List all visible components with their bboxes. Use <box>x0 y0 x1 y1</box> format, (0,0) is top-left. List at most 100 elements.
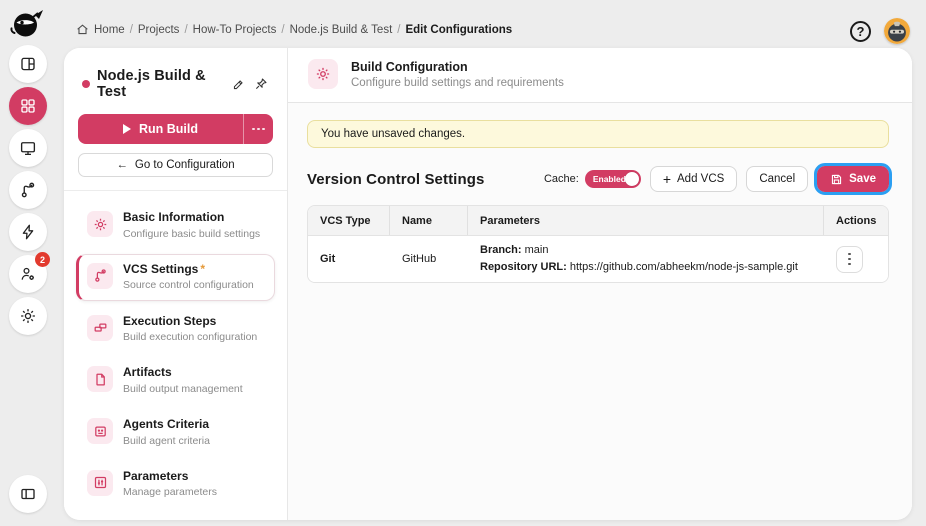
file-icon <box>87 366 113 393</box>
row-more-actions-button[interactable] <box>836 245 863 273</box>
cell-name: GitHub <box>402 253 437 266</box>
icon-rail: 2 <box>0 0 56 526</box>
build-title-row: Node.js Build & Test <box>76 62 275 112</box>
play-icon <box>122 124 131 134</box>
home-icon <box>77 24 88 35</box>
breadcrumb-separator: / <box>184 23 188 36</box>
run-build-button-group: Run Build <box>78 114 273 144</box>
run-build-label: Run Build <box>138 122 198 136</box>
collapse-sidebar-icon[interactable] <box>9 475 47 513</box>
plus-icon: + <box>662 170 672 187</box>
breadcrumb-projects[interactable]: Projects <box>138 24 180 36</box>
required-asterisk: * <box>200 261 206 276</box>
user-avatar[interactable] <box>884 18 910 44</box>
section-toolbar: Version Control Settings Cache: Enabled … <box>307 163 892 195</box>
notification-badge: 2 <box>35 252 50 267</box>
breadcrumb-howto-projects[interactable]: How-To Projects <box>193 24 277 36</box>
pin-icon[interactable] <box>253 76 269 92</box>
cache-label: Cache: <box>543 173 579 185</box>
dashboard-icon[interactable] <box>9 45 47 83</box>
main-card: Node.js Build & Test Run Build ← Go to C… <box>64 48 912 520</box>
nav-item-title: Basic Information <box>123 210 225 224</box>
agent-face-icon <box>87 418 113 445</box>
status-dot <box>82 80 90 88</box>
run-build-button[interactable]: Run Build <box>78 114 243 144</box>
breadcrumb-home[interactable]: Home <box>94 24 125 36</box>
param-repo-url-label: Repository URL: <box>480 261 567 274</box>
breadcrumb-separator: / <box>129 23 133 36</box>
ninja-logo[interactable] <box>10 5 46 41</box>
goto-configuration-label: Go to Configuration <box>134 159 235 171</box>
nav-item-title: Artifacts <box>123 365 172 380</box>
agents-gear-icon[interactable]: 2 <box>9 252 50 293</box>
monitor-icon[interactable] <box>9 129 47 167</box>
add-vcs-button[interactable]: + Add VCS <box>649 166 738 192</box>
add-vcs-label: Add VCS <box>677 173 725 185</box>
save-label: Save <box>849 173 876 185</box>
bolt-icon[interactable] <box>9 213 47 251</box>
breadcrumb: Home / Projects / How-To Projects / Node… <box>76 23 512 36</box>
nav-item-subtitle: Source control configuration <box>123 279 254 292</box>
run-options-button[interactable] <box>243 114 273 144</box>
nav-item-subtitle: Build agent criteria <box>123 434 210 447</box>
git-branch-icon <box>87 262 113 289</box>
sidebar-item-vcs-settings[interactable]: VCS Settings * Source control configurati… <box>76 253 275 301</box>
config-sidebar: Node.js Build & Test Run Build ← Go to C… <box>64 48 288 520</box>
nav-item-subtitle: Configure basic build settings <box>123 227 261 240</box>
left-arrow-icon: ← <box>116 159 128 171</box>
sidebar-item-parameters[interactable]: Parameters Manage parameters <box>76 461 275 508</box>
apps-grid-icon[interactable] <box>9 87 47 125</box>
sidebar-item-agents-criteria[interactable]: Agents Criteria Build agent criteria <box>76 409 275 456</box>
settings-gear-icon[interactable] <box>9 297 47 335</box>
goto-configuration-button[interactable]: ← Go to Configuration <box>78 153 273 177</box>
page-title: Build Configuration <box>351 59 468 74</box>
column-header-vcs-type: VCS Type <box>308 206 390 235</box>
main-pane: Build Configuration Configure build sett… <box>288 48 912 520</box>
help-icon[interactable]: ? <box>850 20 871 42</box>
content-area: You have unsaved changes. Version Contro… <box>288 103 912 284</box>
breadcrumb-separator: / <box>397 23 401 36</box>
breadcrumb-edit-configurations: Edit Configurations <box>405 23 513 36</box>
build-config-title: Node.js Build & Test <box>97 68 206 100</box>
nav-item-title: VCS Settings * <box>123 261 206 276</box>
page-subtitle: Configure build settings and requirement… <box>351 76 564 89</box>
nav-item-title: Agents Criteria <box>123 417 210 432</box>
cache-toggle[interactable]: Enabled <box>584 170 641 188</box>
sidebar-divider <box>64 190 287 191</box>
gear-icon <box>308 59 338 89</box>
cache-toggle-state: Enabled <box>592 174 626 184</box>
nav-item-subtitle: Build execution configuration <box>123 331 258 344</box>
nav-item-title: Execution Steps <box>123 313 217 328</box>
param-branch-label: Branch: <box>480 244 522 256</box>
git-branch-icon[interactable] <box>9 171 47 209</box>
topbar-actions: ? <box>850 18 910 44</box>
save-floppy-icon <box>832 174 842 184</box>
cell-parameters: Branch: main Repository URL: https://git… <box>468 236 824 282</box>
vcs-table: VCS Type Name Parameters Actions Git Git… <box>307 205 889 284</box>
sidebar-item-execution-steps[interactable]: Execution Steps Build execution configur… <box>76 306 275 353</box>
bricks-icon <box>87 314 113 341</box>
unsaved-changes-banner: You have unsaved changes. <box>307 120 889 148</box>
vcs-table-header: VCS Type Name Parameters Actions <box>308 206 888 236</box>
nav-item-subtitle: Build output management <box>123 382 243 395</box>
gear-icon <box>87 211 113 237</box>
cell-actions <box>824 240 888 279</box>
cancel-button[interactable]: Cancel <box>746 166 809 192</box>
sidebar-item-basic-information[interactable]: Basic Information Configure basic build … <box>76 202 275 249</box>
build-configuration-header: Build Configuration Configure build sett… <box>288 48 912 103</box>
save-button[interactable]: Save <box>814 163 892 195</box>
param-repo-url-value: https://github.com/abheekm/node-js-sampl… <box>569 261 798 274</box>
column-header-name: Name <box>390 206 468 235</box>
section-title: Version Control Settings <box>307 170 485 188</box>
sidebar-item-artifacts[interactable]: Artifacts Build output management <box>76 357 275 404</box>
column-header-actions: Actions <box>836 214 877 227</box>
toggle-knob <box>624 172 639 186</box>
param-branch-value: main <box>524 244 549 256</box>
nav-item-subtitle: Manage parameters <box>123 486 217 499</box>
nav-item-title: Parameters <box>123 468 189 483</box>
edit-pencil-icon[interactable] <box>231 77 246 92</box>
cell-vcs-type: Git <box>320 253 336 266</box>
breadcrumb-nodejs-build-test[interactable]: Node.js Build & Test <box>290 24 393 36</box>
sliders-icon <box>87 469 113 496</box>
table-row: Git GitHub Branch: main Repository URL: … <box>308 236 888 283</box>
